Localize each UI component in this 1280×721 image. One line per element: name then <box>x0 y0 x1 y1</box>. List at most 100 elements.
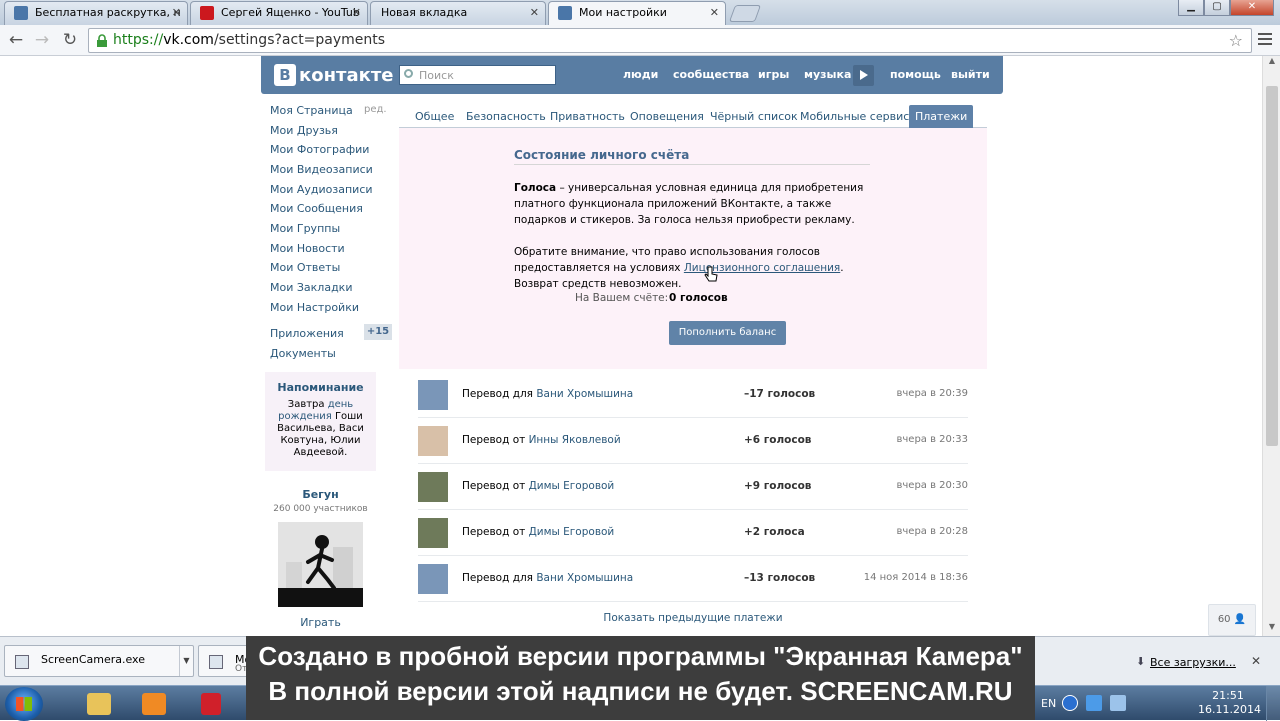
close-window-button[interactable]: ✕ <box>1230 0 1274 16</box>
avatar[interactable] <box>418 426 448 456</box>
nav-games[interactable]: игры <box>758 68 789 81</box>
scroll-thumb[interactable] <box>1266 86 1278 446</box>
browser-tab-1[interactable]: Бесплатная раскрутка, н ✕ <box>4 1 188 25</box>
sidebar-item-documents[interactable]: Документы <box>270 347 336 360</box>
scroll-down-icon[interactable]: ▼ <box>1263 622 1280 636</box>
votes-description: Голоса – универсальная условная единица … <box>514 180 874 228</box>
taskbar-app-red[interactable] <box>186 689 240 719</box>
payment-description: Перевод от Инны Яковлевой <box>462 434 621 446</box>
avatar[interactable] <box>418 380 448 410</box>
clock-date: 16.11.2014 <box>1198 703 1261 716</box>
show-desktop-button[interactable] <box>1266 686 1280 721</box>
new-tab-button[interactable] <box>728 5 762 22</box>
payment-person-link[interactable]: Димы Егоровой <box>529 526 615 538</box>
address-bar[interactable]: https://vk.com/settings?act=payments ☆ <box>88 28 1252 53</box>
sidebar-item-photos[interactable]: Мои Фотографии <box>270 143 369 156</box>
tab-mobile-services[interactable]: Мобильные сервисы <box>800 110 918 123</box>
help-icon[interactable] <box>1062 695 1078 711</box>
language-indicator[interactable]: EN <box>1041 697 1056 710</box>
page-scrollbar[interactable]: ▲ ▼ <box>1262 56 1280 636</box>
scroll-up-icon[interactable]: ▲ <box>1263 56 1280 70</box>
nav-people[interactable]: люди <box>623 68 658 81</box>
tab-general[interactable]: Общее <box>415 110 454 123</box>
show-all-downloads-link[interactable]: Все загрузки... <box>1136 655 1236 669</box>
payment-type: Перевод для <box>462 572 533 584</box>
sidebar-item-friends[interactable]: Мои Друзья <box>270 124 338 137</box>
payment-time: вчера в 20:39 <box>896 388 969 399</box>
ad-title[interactable]: Бегун <box>265 488 376 501</box>
sidebar-item-messages[interactable]: Мои Сообщения <box>270 202 363 215</box>
nav-communities[interactable]: сообщества <box>673 68 749 81</box>
tab-close-icon[interactable]: ✕ <box>172 2 181 24</box>
payment-time: вчера в 20:30 <box>896 480 969 491</box>
ad-play-link[interactable]: Играть <box>265 616 376 629</box>
payment-person-link[interactable]: Вани Хромышина <box>536 572 633 584</box>
close-shelf-icon[interactable]: ✕ <box>1251 654 1261 668</box>
forward-arrow-icon[interactable]: → <box>31 30 53 52</box>
search-icon <box>404 69 413 78</box>
browser-tab-4-active[interactable]: Мои настройки ✕ <box>548 1 726 25</box>
sidebar-item-bookmarks[interactable]: Мои Закладки <box>270 281 352 294</box>
payment-row: Перевод для Вани Хромышина –13 голосов 1… <box>418 556 968 602</box>
browser-tab-2[interactable]: Сергей Ященко - YouTub ✕ <box>190 1 368 25</box>
tab-payments[interactable]: Платежи <box>909 105 974 128</box>
window-controls: ▁ ▢ ✕ <box>1178 0 1274 18</box>
download-item[interactable]: ScreenCamera.exe ▼ <box>4 645 194 677</box>
nav-help[interactable]: помощь <box>890 68 941 81</box>
tab-privacy[interactable]: Приватность <box>550 110 625 123</box>
vk-search-input[interactable]: Поиск <box>399 65 556 85</box>
search-placeholder: Поиск <box>419 69 454 82</box>
sidebar-item-videos[interactable]: Мои Видеозаписи <box>270 163 373 176</box>
payment-person-link[interactable]: Инны Яковлевой <box>529 434 621 446</box>
sidebar-edit-link[interactable]: ред. <box>364 104 387 115</box>
browser-tab-3[interactable]: Новая вкладка ✕ <box>370 1 546 25</box>
avatar[interactable] <box>418 564 448 594</box>
sidebar-item-news[interactable]: Мои Новости <box>270 242 345 255</box>
nav-logout[interactable]: выйти <box>951 68 990 81</box>
taskbar-clock[interactable]: 21:51 16.11.2014 <box>1198 689 1261 717</box>
reminder-text-start: Завтра <box>287 399 328 410</box>
tab-title: Новая вкладка <box>381 6 468 19</box>
download-menu-arrow-icon[interactable]: ▼ <box>179 646 193 676</box>
url-host: vk.com <box>163 32 214 48</box>
network-icon[interactable] <box>1086 695 1102 711</box>
taskbar-explorer[interactable] <box>72 689 126 719</box>
nav-music[interactable]: музыка <box>804 68 851 81</box>
sidebar-item-my-page[interactable]: Моя Страница <box>270 104 353 117</box>
payment-person-link[interactable]: Димы Егоровой <box>529 480 615 492</box>
back-arrow-icon[interactable]: ← <box>5 30 27 52</box>
balance-value: 0 голосов <box>669 292 728 304</box>
music-play-icon[interactable] <box>853 65 874 86</box>
sidebar-item-audio[interactable]: Мои Аудиозаписи <box>270 183 373 196</box>
top-up-balance-button[interactable]: Пополнить баланс <box>669 321 786 345</box>
online-friends-chip[interactable]: 60 👤 <box>1208 604 1256 636</box>
show-previous-payments-link[interactable]: Показать предыдущие платежи <box>399 612 987 624</box>
ad-subtitle: 260 000 участников <box>273 504 368 514</box>
tab-security[interactable]: Безопасность <box>466 110 546 123</box>
tab-title: Сергей Ященко - YouTub <box>221 6 360 19</box>
sidebar-item-groups[interactable]: Мои Группы <box>270 222 340 235</box>
tab-close-icon[interactable]: ✕ <box>710 2 719 24</box>
sidebar-item-apps[interactable]: Приложения <box>270 327 344 340</box>
maximize-button[interactable]: ▢ <box>1204 0 1230 16</box>
reload-icon[interactable]: ↻ <box>59 30 81 52</box>
vk-logo[interactable]: В контакте <box>274 64 393 86</box>
sidebar-item-settings[interactable]: Мои Настройки <box>270 301 359 314</box>
avatar[interactable] <box>418 472 448 502</box>
start-button[interactable] <box>5 687 43 721</box>
tray-app-icon[interactable] <box>1110 695 1126 711</box>
tab-close-icon[interactable]: ✕ <box>352 2 361 24</box>
minimize-button[interactable]: ▁ <box>1178 0 1204 16</box>
url-scheme: https:// <box>113 32 164 48</box>
tab-close-icon[interactable]: ✕ <box>530 2 539 24</box>
ad-game-image[interactable] <box>278 522 363 607</box>
avatar[interactable] <box>418 518 448 548</box>
tab-blacklist[interactable]: Чёрный список <box>710 110 798 123</box>
tab-notifications[interactable]: Оповещения <box>630 110 704 123</box>
sidebar-item-answers[interactable]: Мои Ответы <box>270 261 340 274</box>
payment-time: вчера в 20:33 <box>896 434 969 445</box>
taskbar-media-player[interactable] <box>127 689 181 719</box>
bookmark-star-icon[interactable]: ☆ <box>1229 31 1243 50</box>
browser-menu-icon[interactable] <box>1256 30 1274 48</box>
payment-person-link[interactable]: Вани Хромышина <box>536 388 633 400</box>
